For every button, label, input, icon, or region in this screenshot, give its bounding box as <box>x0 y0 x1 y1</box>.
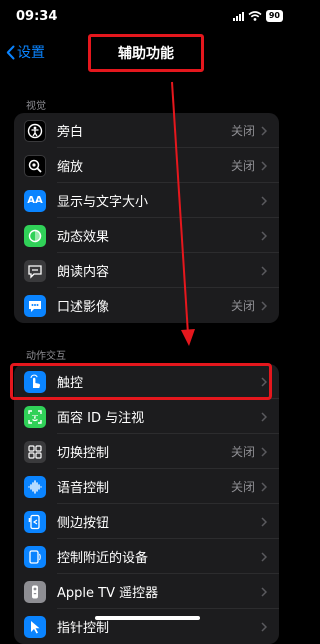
annotation-arrow-icon <box>171 81 195 346</box>
home-indicator <box>95 616 200 620</box>
